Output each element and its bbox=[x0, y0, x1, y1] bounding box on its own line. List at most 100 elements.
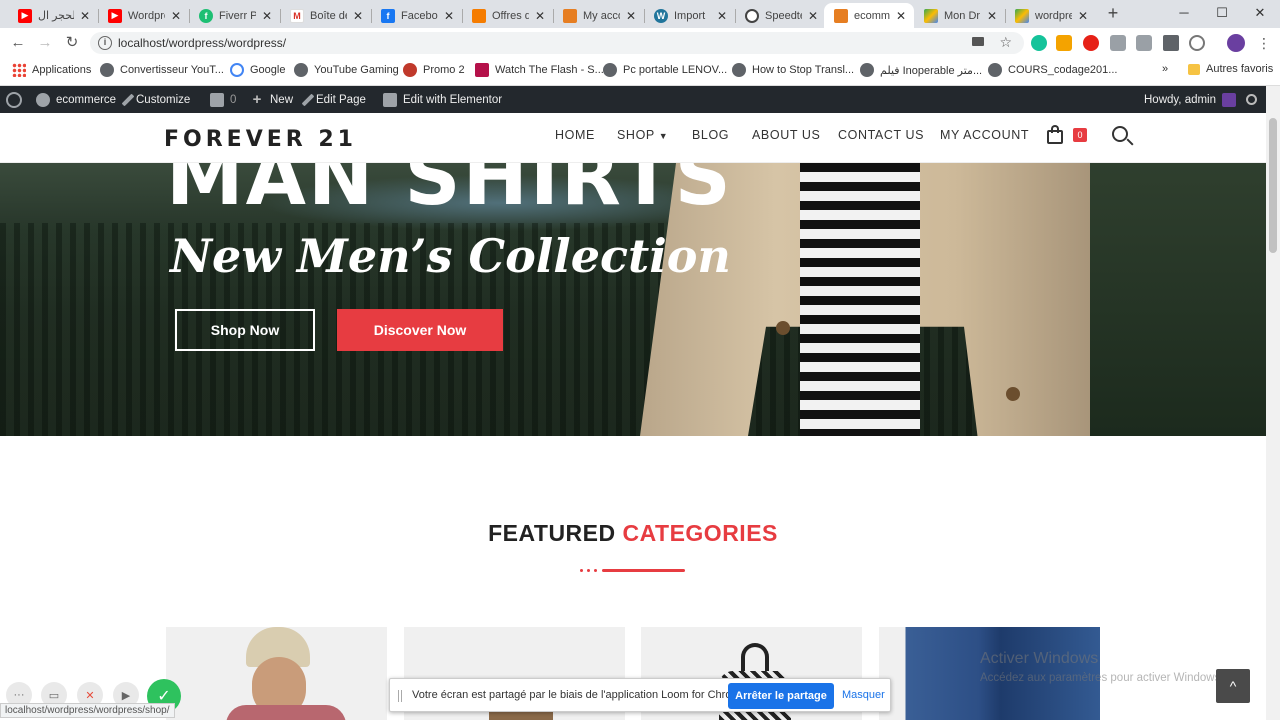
bookmark[interactable]: Pc portable LENOV... bbox=[603, 63, 727, 77]
bookmarks-more-button[interactable]: » bbox=[1162, 63, 1168, 75]
minimize-button[interactable]: ─ bbox=[1164, 0, 1204, 28]
bookmark[interactable]: Google bbox=[230, 63, 285, 77]
forward-icon[interactable]: → bbox=[35, 34, 55, 52]
layers-extension-icon[interactable] bbox=[1110, 35, 1126, 51]
globe-icon bbox=[603, 63, 617, 77]
bookmark-other[interactable]: Autres favoris bbox=[1188, 63, 1273, 75]
new-tab-button[interactable]: + bbox=[1102, 3, 1124, 25]
close-tab-icon[interactable]: ✕ bbox=[78, 9, 92, 23]
close-tab-icon[interactable]: ✕ bbox=[442, 9, 456, 23]
bookmark[interactable]: YouTube Gaming bbox=[294, 63, 399, 77]
share-message: Votre écran est partagé par le biais de … bbox=[412, 689, 750, 701]
wp-customize-link[interactable]: Customize bbox=[121, 86, 190, 113]
category-card[interactable] bbox=[166, 627, 387, 720]
cart-icon[interactable] bbox=[1045, 124, 1067, 146]
bookmark[interactable]: How to Stop Transl... bbox=[732, 63, 854, 77]
address-bar[interactable]: i localhost/wordpress/wordpress/ ☆ bbox=[90, 32, 1024, 54]
close-tab-icon[interactable]: ✕ bbox=[715, 9, 729, 23]
close-tab-icon[interactable]: ✕ bbox=[624, 9, 638, 23]
shop-now-button[interactable]: Shop Now bbox=[175, 309, 315, 351]
pencil-icon bbox=[301, 93, 315, 106]
close-window-button[interactable]: ✕ bbox=[1240, 0, 1280, 28]
back-icon[interactable]: ← bbox=[8, 34, 28, 52]
screen-share-bar: Votre écran est partagé par le biais de … bbox=[389, 678, 891, 712]
close-tab-icon[interactable]: ✕ bbox=[260, 9, 274, 23]
cart-bag bbox=[1047, 130, 1063, 144]
browser-tab[interactable]: My acco ✕ bbox=[553, 3, 644, 28]
profile-avatar[interactable] bbox=[1227, 34, 1245, 52]
menu-icon[interactable]: ⋮ bbox=[1256, 35, 1272, 51]
close-tab-icon[interactable]: ✕ bbox=[894, 9, 908, 23]
wp-edit-page-link[interactable]: Edit Page bbox=[301, 86, 366, 113]
browser-tab[interactable]: ▶Wordpre✕ bbox=[98, 3, 189, 28]
close-tab-icon[interactable]: ✕ bbox=[351, 9, 365, 23]
hero-banner: MAN SHIRTS New Men’s Collection Shop Now… bbox=[0, 163, 1266, 436]
divider-dot bbox=[594, 569, 597, 572]
nav-shop[interactable]: SHOP ▼ bbox=[617, 128, 668, 142]
loom-extension-icon[interactable] bbox=[1189, 35, 1205, 51]
scroll-to-top-button[interactable]: ^ bbox=[1216, 669, 1250, 703]
google-icon bbox=[230, 63, 244, 77]
camera-icon[interactable] bbox=[972, 37, 984, 46]
site-logo[interactable]: FOREVER 21 bbox=[164, 127, 357, 152]
bookmark[interactable]: Watch The Flash - S... bbox=[475, 63, 604, 77]
search-icon[interactable] bbox=[1112, 126, 1128, 142]
window-extension-icon[interactable] bbox=[1136, 35, 1152, 51]
reload-icon[interactable]: ↻ bbox=[62, 34, 82, 52]
nav-about[interactable]: ABOUT US bbox=[752, 128, 820, 142]
youtube-icon: ▶ bbox=[108, 8, 122, 23]
browser-tab[interactable]: W Import ✕ bbox=[644, 3, 735, 28]
browser-tab[interactable]: Mon Dr ✕ bbox=[914, 3, 1005, 28]
nav-contact[interactable]: CONTACT US bbox=[838, 128, 924, 142]
close-tab-icon[interactable]: ✕ bbox=[533, 9, 547, 23]
bookmark-applications[interactable]: Applications bbox=[12, 63, 91, 77]
wp-comments-link[interactable]: 0 bbox=[210, 86, 236, 113]
drag-handle-icon[interactable] bbox=[398, 690, 402, 702]
url-text[interactable]: localhost/wordpress/wordpress/ bbox=[118, 36, 286, 50]
hide-link[interactable]: Masquer bbox=[842, 689, 885, 701]
star-icon[interactable]: ☆ bbox=[999, 34, 1012, 51]
facebook-extension-icon[interactable] bbox=[1163, 35, 1179, 51]
close-tab-icon[interactable]: ✕ bbox=[169, 9, 183, 23]
gmail-icon: M bbox=[290, 8, 304, 23]
globe-icon bbox=[860, 63, 874, 77]
bookmark[interactable]: COURS_codage201... bbox=[988, 63, 1117, 77]
bookmark[interactable]: فيلم Inoperable متر... bbox=[860, 63, 982, 77]
wp-elementor-link[interactable]: Edit with Elementor bbox=[383, 86, 502, 113]
browser-tab[interactable]: M Boîte de ✕ bbox=[280, 3, 371, 28]
key-extension-icon[interactable] bbox=[1056, 35, 1072, 51]
browser-tab[interactable]: fFaceboo✕ bbox=[371, 3, 462, 28]
flash-icon bbox=[475, 63, 489, 77]
browser-tab[interactable]: wordpre ✕ bbox=[1005, 3, 1096, 28]
bookmark[interactable]: Convertisseur YouT... bbox=[100, 63, 224, 77]
wp-search-icon[interactable] bbox=[1246, 86, 1257, 113]
opera-extension-icon[interactable] bbox=[1083, 35, 1099, 51]
youtube-icon: ▶ bbox=[18, 8, 32, 23]
browser-tab[interactable]: Speedte ✕ bbox=[735, 3, 826, 28]
stop-sharing-button[interactable]: Arrêter le partage bbox=[728, 683, 834, 709]
nav-home[interactable]: HOME bbox=[555, 128, 595, 142]
wordpress-logo-icon[interactable] bbox=[6, 86, 22, 113]
close-tab-icon[interactable]: ✕ bbox=[806, 9, 820, 23]
browser-tab[interactable]: fFiverr Pr✕ bbox=[189, 3, 280, 28]
wp-new-link[interactable]: + New bbox=[250, 86, 293, 113]
browser-tab[interactable]: ▶الحجر ال✕ bbox=[8, 3, 98, 28]
hero-subtitle: New Men’s Collection bbox=[170, 229, 731, 283]
wp-site-link[interactable]: ecommerce bbox=[36, 86, 116, 113]
scrollbar-thumb[interactable] bbox=[1269, 118, 1277, 253]
bookmark[interactable]: Promo 2 bbox=[403, 63, 465, 77]
comment-icon bbox=[210, 92, 224, 107]
nav-my-account[interactable]: MY ACCOUNT bbox=[940, 128, 1029, 142]
discover-now-button[interactable]: Discover Now bbox=[337, 309, 503, 351]
close-tab-icon[interactable]: ✕ bbox=[1076, 9, 1090, 23]
close-tab-icon[interactable]: ✕ bbox=[985, 9, 999, 23]
globe-icon bbox=[100, 63, 114, 77]
browser-tab-active[interactable]: ecomme✕ bbox=[824, 3, 914, 28]
nav-blog[interactable]: BLOG bbox=[692, 128, 729, 142]
browser-tab[interactable]: Offres d ✕ bbox=[462, 3, 553, 28]
info-icon[interactable]: i bbox=[98, 36, 112, 50]
wp-account-menu[interactable]: Howdy, admin bbox=[1144, 86, 1237, 113]
grammarly-icon[interactable] bbox=[1031, 35, 1047, 51]
tree-background bbox=[1080, 163, 1266, 436]
maximize-button[interactable]: ☐ bbox=[1202, 0, 1242, 28]
